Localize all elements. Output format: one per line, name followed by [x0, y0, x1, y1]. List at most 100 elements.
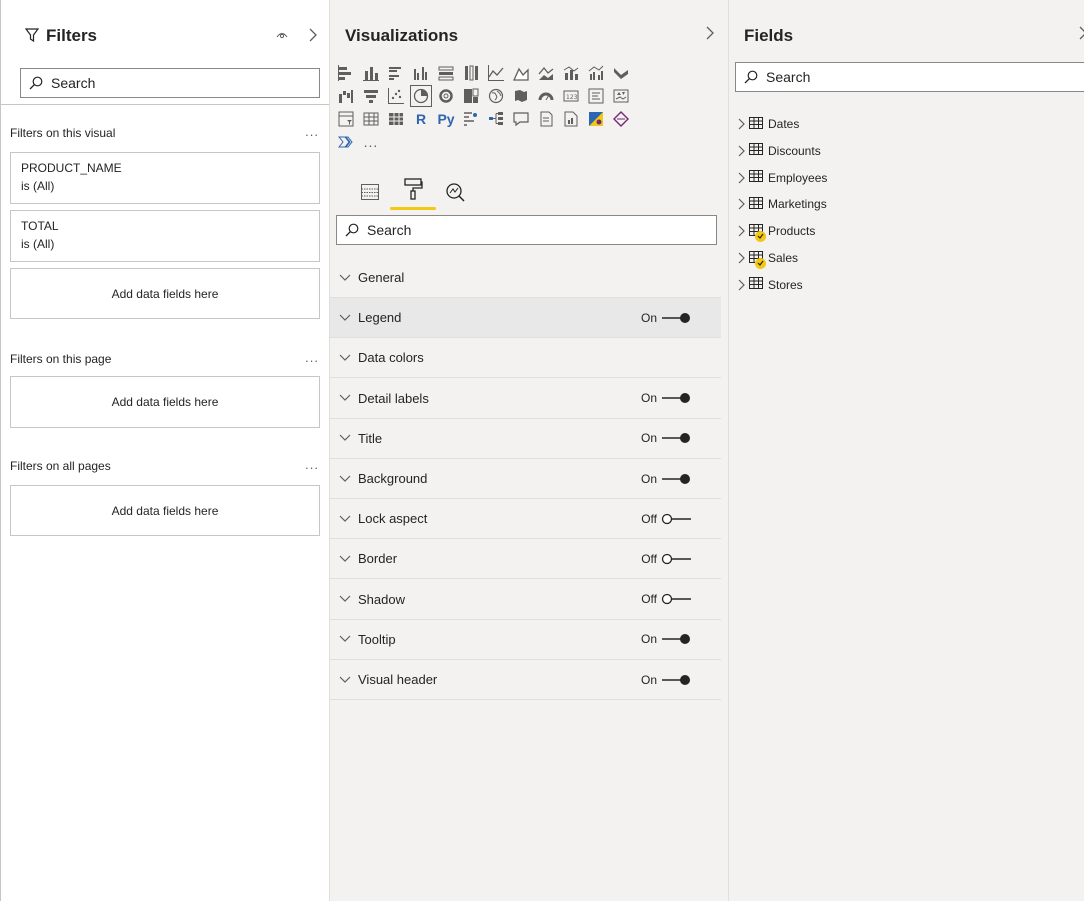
chevron-down-icon — [339, 515, 351, 522]
format-tab[interactable] — [390, 177, 436, 210]
area-chart-icon[interactable] — [511, 63, 531, 83]
checkmark-icon — [755, 230, 766, 242]
table-icon[interactable] — [361, 109, 381, 129]
visualizations-pane: Visualizations 123 R Py ... Search Gener… — [329, 0, 728, 901]
r-script-visual-icon[interactable]: R — [411, 109, 431, 129]
section-toggle[interactable]: On — [641, 391, 691, 405]
key-influencers-icon[interactable] — [461, 109, 481, 129]
analytics-tab[interactable] — [440, 177, 470, 207]
paginated-report-icon[interactable] — [561, 109, 581, 129]
chevron-right-icon — [738, 279, 745, 291]
stacked-column-chart-icon[interactable] — [361, 63, 381, 83]
clustered-column-chart-icon[interactable] — [411, 63, 431, 83]
toggle-on-icon — [662, 312, 690, 323]
format-section-detail-labels[interactable]: Detail labels On — [330, 379, 721, 419]
format-section-tooltip[interactable]: Tooltip On — [330, 620, 721, 660]
smart-narrative-icon[interactable] — [536, 109, 556, 129]
chevron-right-icon — [738, 118, 745, 130]
section-toggle[interactable]: Off — [641, 592, 691, 606]
chevron-right-icon[interactable] — [1079, 26, 1084, 40]
format-section-border[interactable]: Border Off — [330, 539, 721, 580]
filled-map-icon[interactable] — [511, 86, 531, 106]
field-table-employees[interactable]: Employees — [738, 169, 827, 187]
funnel-icon[interactable] — [361, 86, 381, 106]
filter-field-value: is (All) — [21, 237, 55, 251]
line-and-clustered-column-chart-icon[interactable] — [586, 63, 606, 83]
field-table-stores[interactable]: Stores — [738, 276, 803, 294]
ribbon-chart-icon[interactable] — [611, 63, 631, 83]
format-section-general[interactable]: General — [330, 258, 721, 298]
format-section-shadow[interactable]: Shadow Off — [330, 580, 721, 620]
format-section-data-colors[interactable]: Data colors — [330, 338, 721, 379]
section-toggle[interactable]: On — [641, 431, 691, 445]
add-all-fields-dropzone[interactable]: Add data fields here — [10, 485, 320, 536]
filter-card[interactable]: TOTAL is (All) — [10, 210, 320, 262]
chevron-visual-icon[interactable] — [336, 132, 356, 152]
pie-chart-icon[interactable] — [410, 85, 432, 107]
svg-text:123: 123 — [566, 94, 578, 101]
donut-chart-icon[interactable] — [436, 86, 456, 106]
filter-card[interactable]: PRODUCT_NAME is (All) — [10, 152, 320, 204]
python-visual-icon[interactable]: Py — [436, 109, 456, 129]
toggle-on-icon — [662, 634, 690, 645]
format-section-legend[interactable]: Legend On — [330, 298, 721, 339]
matrix-icon[interactable] — [386, 109, 406, 129]
format-section-lock-aspect[interactable]: Lock aspect Off — [330, 499, 721, 540]
power-automate-icon[interactable] — [611, 109, 631, 129]
100-stacked-column-chart-icon[interactable] — [461, 63, 481, 83]
chevron-down-icon — [339, 595, 351, 602]
field-table-discounts[interactable]: Discounts — [738, 142, 821, 160]
treemap-icon[interactable] — [461, 86, 481, 106]
search-placeholder: Search — [51, 75, 96, 91]
section-toggle[interactable]: Off — [641, 552, 691, 566]
scatter-chart-icon[interactable] — [386, 86, 406, 106]
chevron-right-icon — [738, 225, 745, 237]
card-icon[interactable]: 123 — [561, 86, 581, 106]
multi-row-card-icon[interactable] — [586, 86, 606, 106]
filters-search-input[interactable]: Search — [20, 68, 320, 98]
chevron-right-icon[interactable] — [309, 28, 317, 42]
power-apps-icon[interactable] — [586, 109, 606, 129]
stacked-bar-chart-icon[interactable] — [336, 63, 356, 83]
field-table-products[interactable]: Products — [738, 222, 815, 242]
field-table-dates[interactable]: Dates — [738, 115, 799, 133]
map-icon[interactable] — [486, 86, 506, 106]
decomposition-tree-icon[interactable] — [486, 109, 506, 129]
section-toggle[interactable]: On — [641, 673, 691, 687]
100-stacked-bar-chart-icon[interactable] — [436, 63, 456, 83]
format-search-input[interactable]: Search — [336, 215, 717, 245]
slicer-icon[interactable] — [336, 109, 356, 129]
section-toggle[interactable]: On — [641, 632, 691, 646]
more-options-button[interactable]: ... — [305, 124, 319, 139]
chevron-right-icon[interactable] — [706, 26, 714, 40]
fields-tab[interactable] — [355, 177, 385, 207]
field-table-marketings[interactable]: Marketings — [738, 195, 827, 213]
eye-icon[interactable] — [276, 30, 288, 40]
table-icon — [749, 116, 763, 132]
filter-field-value: is (All) — [21, 179, 55, 193]
qa-visual-icon[interactable] — [511, 109, 531, 129]
more-visuals-button[interactable]: ... — [361, 132, 381, 152]
section-toggle[interactable]: On — [641, 472, 691, 486]
more-options-button[interactable]: ... — [305, 457, 319, 472]
more-options-button[interactable]: ... — [305, 350, 319, 365]
add-visual-fields-dropzone[interactable]: Add data fields here — [10, 268, 320, 319]
section-toggle[interactable]: Off — [641, 512, 691, 526]
add-page-fields-dropzone[interactable]: Add data fields here — [10, 376, 320, 428]
line-chart-icon[interactable] — [486, 63, 506, 83]
section-toggle[interactable]: On — [641, 311, 691, 325]
gauge-icon[interactable] — [536, 86, 556, 106]
stacked-area-chart-icon[interactable] — [536, 63, 556, 83]
toggle-off-icon — [661, 593, 691, 605]
format-section-title[interactable]: Title On — [330, 419, 721, 459]
format-section-background[interactable]: Background On — [330, 459, 721, 499]
format-section-visual-header[interactable]: Visual header On — [330, 660, 721, 700]
clustered-bar-chart-icon[interactable] — [386, 63, 406, 83]
kpi-icon[interactable] — [611, 86, 631, 106]
table-icon — [749, 250, 766, 269]
waterfall-chart-icon[interactable] — [336, 86, 356, 106]
fields-search-input[interactable]: Search — [735, 62, 1084, 92]
field-table-sales[interactable]: Sales — [738, 249, 798, 269]
divider — [1, 104, 329, 105]
line-and-stacked-column-chart-icon[interactable] — [561, 63, 581, 83]
